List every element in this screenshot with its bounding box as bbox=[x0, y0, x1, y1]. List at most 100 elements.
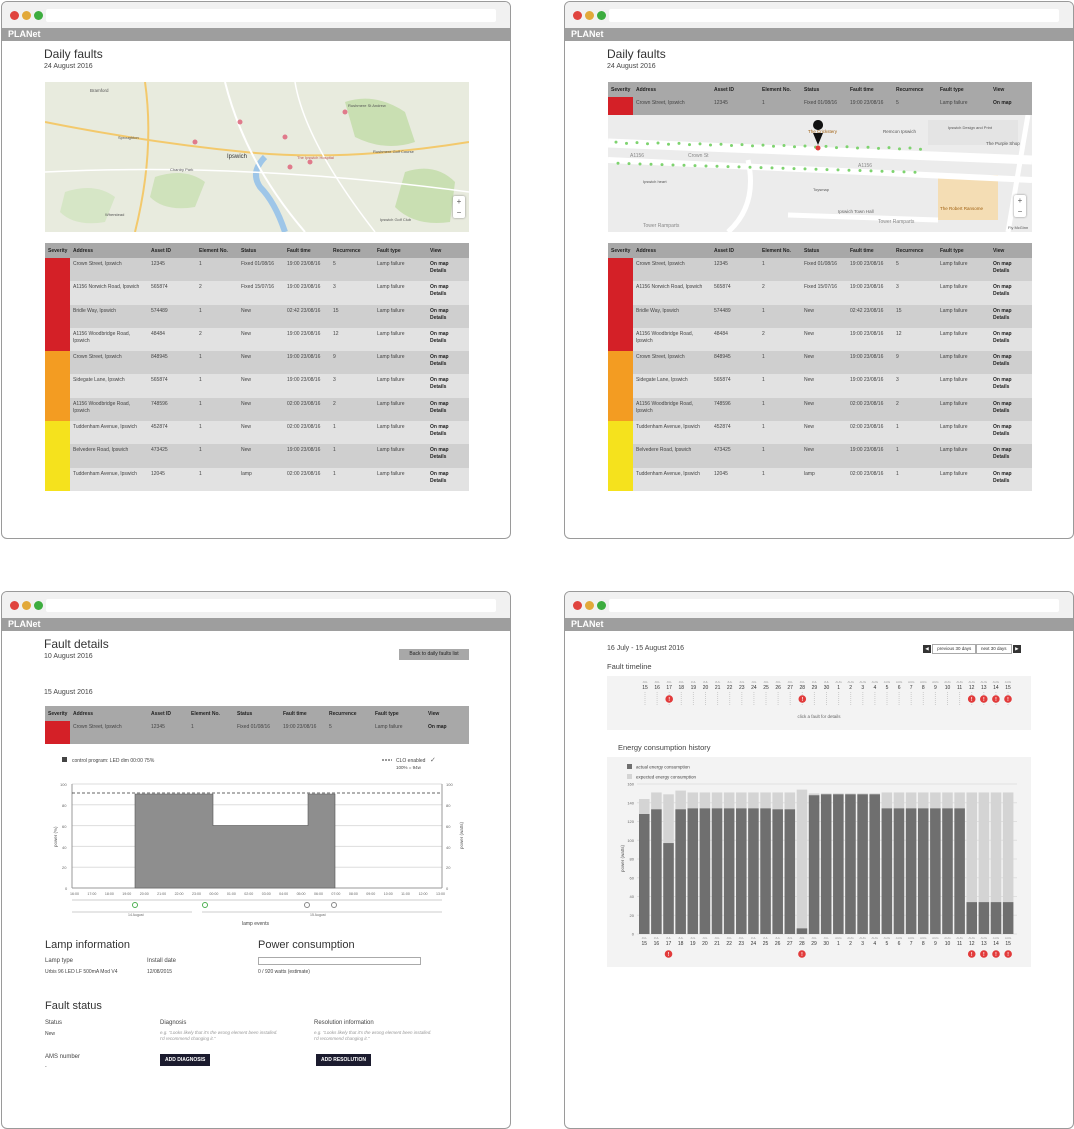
streetlight-dot[interactable] bbox=[635, 141, 639, 145]
fault-marker[interactable] bbox=[192, 139, 198, 145]
view-cell[interactable]: On map Details bbox=[427, 258, 469, 282]
streetlight-dot[interactable] bbox=[646, 142, 649, 146]
col-recurrence[interactable]: Recurrence bbox=[893, 82, 937, 97]
view-cell[interactable]: On map Details bbox=[427, 421, 469, 445]
streetlight-dot[interactable] bbox=[902, 170, 906, 174]
fault-marker[interactable] bbox=[237, 119, 243, 125]
bar-actual[interactable] bbox=[833, 794, 844, 934]
bar-actual[interactable] bbox=[966, 902, 978, 934]
col-fault-type[interactable]: Fault type bbox=[374, 243, 427, 258]
view-cell[interactable]: On map Details bbox=[990, 351, 1032, 375]
table-row[interactable]: A1156 Woodbridge Road, Ipswich 748596 1 New… bbox=[608, 397, 1032, 422]
zoom-control[interactable]: + − bbox=[1014, 195, 1026, 217]
col-address[interactable]: Address bbox=[633, 82, 711, 97]
view-cell[interactable]: On map Details bbox=[990, 304, 1032, 328]
maximize-dot-icon[interactable] bbox=[34, 11, 43, 20]
table-row[interactable]: Sidegate Lane, Ipswich 565874 1 New 19:00 23… bbox=[45, 374, 469, 398]
col-address[interactable]: Address bbox=[633, 243, 711, 258]
col-severity[interactable]: Severity bbox=[608, 82, 633, 97]
streetlight-dot[interactable] bbox=[638, 162, 642, 166]
bar-actual[interactable] bbox=[651, 809, 662, 934]
view-cell[interactable]: On map Details bbox=[990, 327, 1032, 352]
streetlight-dot[interactable] bbox=[748, 165, 752, 169]
table-row[interactable]: A1156 Norwich Road, Ipswich 565874 2 Fixed … bbox=[45, 281, 469, 305]
bar-actual[interactable] bbox=[711, 808, 723, 934]
streetlight-dot[interactable] bbox=[770, 166, 774, 170]
streetlight-dot[interactable] bbox=[803, 167, 807, 171]
streetlight-dot[interactable] bbox=[693, 164, 697, 168]
fault-marker[interactable] bbox=[287, 164, 293, 170]
bar-actual[interactable] bbox=[808, 795, 820, 934]
close-dot-icon[interactable] bbox=[573, 11, 582, 20]
streetlight-dot[interactable] bbox=[726, 165, 730, 169]
col-asset[interactable]: Asset ID bbox=[148, 243, 196, 258]
col-element[interactable]: Element No. bbox=[759, 243, 801, 258]
table-row[interactable]: A1156 Woodbridge Road, Ipswich 48484 2 New 1… bbox=[45, 327, 469, 352]
streetlight-dot[interactable] bbox=[793, 145, 796, 149]
col-asset[interactable]: Asset ID bbox=[711, 82, 759, 97]
streetlight-dot[interactable] bbox=[856, 146, 859, 150]
bar-actual[interactable] bbox=[845, 794, 856, 934]
table-row[interactable]: Belvedere Road, Ipswich 473425 1 New 19:00 2… bbox=[45, 444, 469, 468]
lamp-event-marker[interactable] bbox=[331, 902, 337, 908]
bar-actual[interactable] bbox=[1002, 902, 1014, 934]
streetlight-dot[interactable] bbox=[898, 147, 901, 151]
col-view[interactable]: View bbox=[990, 82, 1032, 97]
table-row[interactable]: Crown Street, Ipswich 848945 1 New 19:00 23/… bbox=[608, 351, 1032, 375]
table-row[interactable]: Crown Street, Ipswich 12345 1 Fixed 01/08/1… bbox=[608, 258, 1032, 282]
minimize-dot-icon[interactable] bbox=[22, 11, 31, 20]
streetlight-dot[interactable] bbox=[803, 144, 807, 148]
streetlight-dot[interactable] bbox=[836, 168, 840, 172]
view-cell[interactable]: On map bbox=[425, 721, 469, 745]
table-row[interactable]: Sidegate Lane, Ipswich 565874 1 New 19:00 23… bbox=[608, 374, 1032, 398]
bar-actual[interactable] bbox=[796, 928, 808, 934]
streetlight-dot[interactable] bbox=[877, 146, 880, 150]
table-row[interactable]: Tuddenham Avenue, Ipswich 452874 1 New 02:00… bbox=[608, 421, 1032, 445]
col-fault-time[interactable]: Fault time bbox=[847, 243, 893, 258]
view-cell[interactable]: On map Details bbox=[990, 397, 1032, 422]
streetlight-dot[interactable] bbox=[737, 165, 741, 169]
add-resolution-button[interactable]: ADD RESOLUTION bbox=[316, 1054, 371, 1066]
bar-actual[interactable] bbox=[748, 808, 759, 934]
streetlight-dot[interactable] bbox=[698, 142, 702, 146]
col-status[interactable]: Status bbox=[801, 82, 847, 97]
streetlight-dot[interactable] bbox=[891, 170, 895, 174]
address-bar[interactable] bbox=[46, 599, 496, 612]
streetlight-dot[interactable] bbox=[847, 168, 851, 172]
col-recurrence[interactable]: Recurrence bbox=[330, 243, 374, 258]
streetlight-dot[interactable] bbox=[715, 164, 719, 168]
streetlight-dot[interactable] bbox=[677, 141, 681, 145]
streetlight-dot[interactable] bbox=[792, 167, 796, 171]
streetlight-dot[interactable] bbox=[759, 166, 763, 170]
col-view[interactable]: View bbox=[990, 243, 1032, 258]
streetlight-dot[interactable] bbox=[869, 169, 873, 173]
bar-actual[interactable] bbox=[857, 794, 868, 934]
close-dot-icon[interactable] bbox=[10, 601, 19, 610]
table-row[interactable]: A1156 Woodbridge Road, Ipswich 748596 1 New… bbox=[45, 397, 469, 422]
table-row[interactable]: A1156 Woodbridge Road, Ipswich 48484 2 New 1… bbox=[608, 327, 1032, 352]
bar-actual[interactable] bbox=[699, 808, 711, 934]
streetlight-dot[interactable] bbox=[913, 170, 917, 174]
bar-actual[interactable] bbox=[978, 902, 990, 934]
view-cell[interactable]: On map Details bbox=[990, 374, 1032, 398]
streetlight-dot[interactable] bbox=[887, 146, 891, 150]
col-fault-type[interactable]: Fault type bbox=[937, 243, 990, 258]
bar-actual[interactable] bbox=[893, 808, 905, 934]
bar-actual[interactable] bbox=[954, 808, 965, 934]
bar-actual[interactable] bbox=[784, 809, 796, 934]
streetlight-dot[interactable] bbox=[781, 166, 785, 170]
view-cell[interactable]: On map Details bbox=[427, 444, 469, 468]
table-row[interactable]: Crown Street, Ipswich 12345 1 Fixed 01/08/1… bbox=[45, 258, 469, 282]
streetlight-dot[interactable] bbox=[835, 146, 838, 150]
maximize-dot-icon[interactable] bbox=[597, 601, 606, 610]
streetlight-dot[interactable] bbox=[649, 162, 653, 166]
streetlight-dot[interactable] bbox=[814, 167, 818, 171]
streetlight-dot[interactable] bbox=[751, 144, 754, 148]
table-row[interactable]: Tuddenham Avenue, Ipswich 12045 1 lamp 02:00… bbox=[45, 467, 469, 491]
bar-actual[interactable] bbox=[930, 808, 941, 934]
next-30-days-button[interactable]: next 30 days ▶ bbox=[976, 644, 1021, 654]
col-address[interactable]: Address bbox=[70, 243, 148, 258]
streetlight-dot[interactable] bbox=[616, 161, 620, 165]
streetlight-dot[interactable] bbox=[824, 144, 828, 148]
minimize-dot-icon[interactable] bbox=[585, 601, 594, 610]
